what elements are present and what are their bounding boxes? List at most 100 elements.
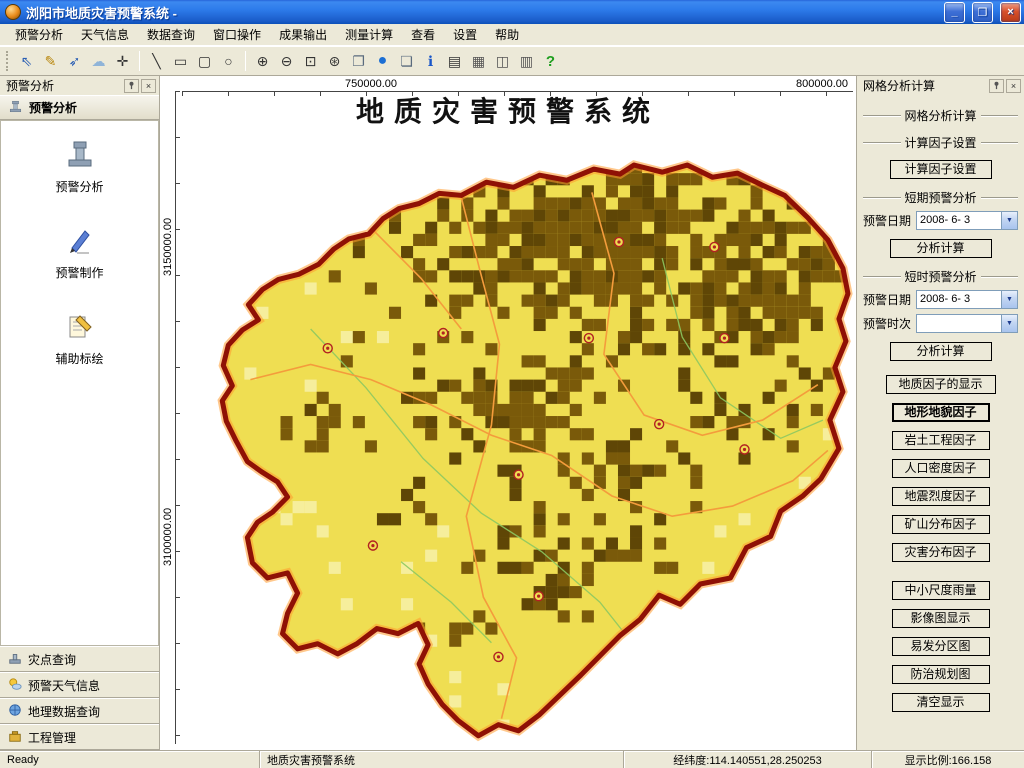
rounded-rect-tool-icon[interactable]: ▢ bbox=[193, 50, 216, 72]
factor-button-seismic[interactable]: 地震烈度因子 bbox=[892, 487, 990, 506]
left-panel-caption: 预警分析 × bbox=[0, 76, 159, 95]
menu-item-data-query[interactable]: 数据查询 bbox=[138, 23, 204, 46]
factor-button-disasters[interactable]: 灾害分布因子 bbox=[892, 543, 990, 562]
menu-item-result-output[interactable]: 成果输出 bbox=[270, 23, 336, 46]
menu-item-weather-info[interactable]: 天气信息 bbox=[72, 23, 138, 46]
menu-item-help[interactable]: 帮助 bbox=[486, 23, 528, 46]
app-icon bbox=[5, 4, 21, 20]
status-bar: Ready 地质灾害预警系统 经纬度:114.140551,28.250253 … bbox=[0, 750, 1024, 768]
status-document-name: 地质灾害预警系统 bbox=[260, 751, 624, 768]
right-panel-close-icon[interactable]: × bbox=[1006, 79, 1021, 93]
factor-setup-button[interactable]: 计算因子设置 bbox=[890, 160, 992, 179]
pin-icon[interactable] bbox=[989, 79, 1004, 93]
chevron-down-icon[interactable]: ▼ bbox=[1001, 315, 1017, 332]
report-icon[interactable]: ▤ bbox=[443, 50, 466, 72]
sidebar-section-disaster-query[interactable]: 灾点查询 bbox=[0, 646, 159, 672]
short-term-date-row: 预警日期 2008- 6- 3 ▼ bbox=[863, 211, 1018, 230]
tool-warning-making[interactable]: 预警制作 bbox=[1, 223, 158, 281]
ruler-left bbox=[175, 91, 180, 744]
tool-warning-analysis[interactable]: 预警分析 bbox=[1, 137, 158, 195]
sidebar-section-weather-info[interactable]: 预警天气信息 bbox=[0, 672, 159, 698]
short-term-analyze-button[interactable]: 分析计算 bbox=[890, 239, 992, 258]
short-term-date-combo[interactable]: 2008- 6- 3 ▼ bbox=[916, 211, 1018, 230]
short-time-period-value bbox=[917, 315, 1001, 332]
chevron-down-icon[interactable]: ▼ bbox=[1001, 212, 1017, 229]
warning-making-icon bbox=[63, 223, 97, 260]
left-panel-header: 预警分析 bbox=[0, 95, 159, 120]
imagery-button[interactable]: 影像图显示 bbox=[892, 609, 990, 628]
menu-item-window-ops[interactable]: 窗口操作 bbox=[204, 23, 270, 46]
map-title: 地质灾害预警系统 bbox=[160, 90, 856, 130]
layers-icon[interactable]: ❏ bbox=[395, 50, 418, 72]
short-term-date-label: 预警日期 bbox=[863, 212, 913, 229]
short-time-period-combo[interactable]: ▼ bbox=[916, 314, 1018, 333]
menu-item-settings[interactable]: 设置 bbox=[444, 23, 486, 46]
window-title: 浏阳市地质灾害预警系统 - bbox=[26, 3, 937, 22]
tool-aux-plotting[interactable]: 辅助标绘 bbox=[1, 309, 158, 367]
print-icon[interactable]: ▦ bbox=[467, 50, 490, 72]
weather-info-icon bbox=[8, 677, 22, 694]
factor-button-terrain[interactable]: 地形地貌因子 bbox=[892, 403, 990, 422]
toolbar: ⇖ ✎ ➶ ☁ ✛ ╲ ▭ ▢ ○ ⊕ ⊖ ⊡ ⊛ ❐ ● ❏ ℹ ▤ ▦ ◫ … bbox=[0, 46, 1024, 76]
info-icon[interactable]: ℹ bbox=[419, 50, 442, 72]
line-tool-icon[interactable]: ╲ bbox=[145, 50, 168, 72]
factor-button-mines[interactable]: 矿山分布因子 bbox=[892, 515, 990, 534]
disaster-query-icon bbox=[8, 651, 22, 668]
pin-icon[interactable] bbox=[124, 79, 139, 93]
clear-display-button[interactable]: 清空显示 bbox=[892, 693, 990, 712]
map-canvas bbox=[160, 76, 856, 750]
section-label: 灾点查询 bbox=[28, 651, 76, 668]
help-icon[interactable]: ? bbox=[539, 50, 562, 72]
maximize-button[interactable]: ❐ bbox=[972, 2, 993, 23]
ruler-label-y2: 3100000.00 bbox=[162, 506, 174, 568]
zoom-window-icon[interactable]: ⊡ bbox=[299, 50, 322, 72]
short-time-date-combo[interactable]: 2008- 6- 3 ▼ bbox=[916, 290, 1018, 309]
title-bar: 浏阳市地质灾害预警系统 - _ ❐ × bbox=[0, 0, 1024, 24]
toolbar-separator bbox=[245, 51, 246, 71]
select-tool-icon[interactable]: ⇖ bbox=[15, 50, 38, 72]
close-button[interactable]: × bbox=[1000, 2, 1021, 23]
cloud-tool-icon[interactable]: ☁ bbox=[87, 50, 110, 72]
ellipse-tool-icon[interactable]: ○ bbox=[217, 50, 240, 72]
chevron-down-icon[interactable]: ▼ bbox=[1001, 291, 1017, 308]
menu-item-measure-calc[interactable]: 测量计算 bbox=[336, 23, 402, 46]
left-panel-close-icon[interactable]: × bbox=[141, 79, 156, 93]
main-area: 预警分析 × 预警分析 预警分析 预警制作 bbox=[0, 76, 1024, 750]
prevention-plan-button[interactable]: 防治规划图 bbox=[892, 665, 990, 684]
toolbar-separator bbox=[139, 51, 140, 71]
zoom-full-extent-icon[interactable]: ⊛ bbox=[323, 50, 346, 72]
copy-view-icon[interactable]: ❐ bbox=[347, 50, 370, 72]
zoom-in-icon[interactable]: ⊕ bbox=[251, 50, 274, 72]
sidebar-section-geo-data-query[interactable]: 地理数据查询 bbox=[0, 698, 159, 724]
short-time-analyze-button[interactable]: 分析计算 bbox=[890, 342, 992, 361]
dart-tool-icon[interactable]: ➶ bbox=[63, 50, 86, 72]
menu-item-warning-analysis[interactable]: 预警分析 bbox=[6, 23, 72, 46]
right-panel-caption: 网格分析计算 × bbox=[857, 76, 1024, 95]
status-scale: 显示比例:166.158 bbox=[872, 751, 1024, 768]
left-panel-title: 预警分析 bbox=[6, 77, 122, 94]
factor-button-population[interactable]: 人口密度因子 bbox=[892, 459, 990, 478]
rect-tool-icon[interactable]: ▭ bbox=[169, 50, 192, 72]
grid-analysis-panel: 网格分析计算 计算因子设置 计算因子设置 短期预警分析 预警日期 2008- 6… bbox=[857, 95, 1024, 750]
zoom-out-icon[interactable]: ⊖ bbox=[275, 50, 298, 72]
short-time-period-row: 预警时次 ▼ bbox=[863, 314, 1018, 333]
sidebar-section-project-management[interactable]: 工程管理 bbox=[0, 724, 159, 750]
susceptibility-map-button[interactable]: 易发分区图 bbox=[892, 637, 990, 656]
ruler-label-x1: 750000.00 bbox=[343, 78, 399, 90]
short-time-date-label: 预警日期 bbox=[863, 291, 913, 308]
minimize-button[interactable]: _ bbox=[944, 2, 965, 23]
left-tool-list: 预警分析 预警制作 辅助标绘 bbox=[0, 120, 159, 646]
globe-icon[interactable]: ● bbox=[371, 50, 394, 72]
print-preview-icon[interactable]: ◫ bbox=[491, 50, 514, 72]
section-label: 工程管理 bbox=[28, 729, 76, 746]
map-viewport[interactable]: 750000.00 800000.00 3150000.00 3100000.0… bbox=[160, 76, 856, 750]
print-setup-icon[interactable]: ▥ bbox=[515, 50, 538, 72]
menu-item-view[interactable]: 查看 bbox=[402, 23, 444, 46]
move-tool-icon[interactable]: ✛ bbox=[111, 50, 134, 72]
edit-tool-icon[interactable]: ✎ bbox=[39, 50, 62, 72]
factor-button-geotech[interactable]: 岩土工程因子 bbox=[892, 431, 990, 450]
tool-label: 预警制作 bbox=[55, 264, 103, 281]
toolbar-grip[interactable] bbox=[6, 51, 9, 71]
aux-plotting-icon bbox=[63, 309, 97, 346]
rainfall-button[interactable]: 中小尺度雨量 bbox=[892, 581, 990, 600]
